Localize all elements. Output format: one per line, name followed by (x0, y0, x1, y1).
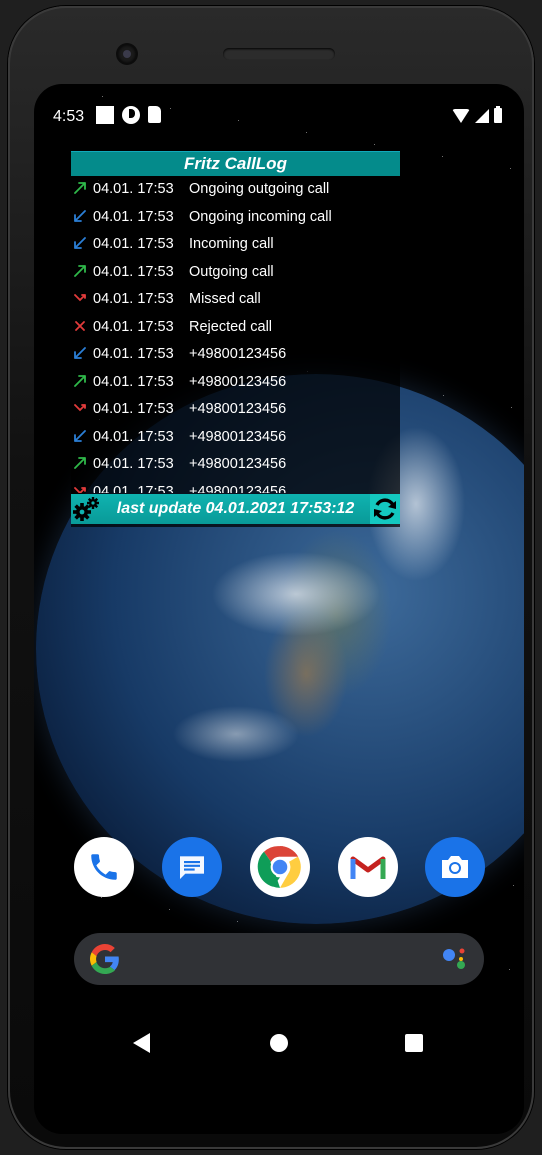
gmail-app[interactable] (338, 837, 398, 897)
call-date: 04.01. 17:53 (93, 208, 174, 225)
chrome-app[interactable] (250, 837, 310, 897)
call-date: 04.01. 17:53 (93, 373, 174, 390)
notification-square-icon (96, 106, 114, 124)
chrome-icon (257, 846, 301, 888)
call-label: Rejected call (189, 318, 273, 335)
call-outgoing-icon (74, 182, 86, 194)
back-button[interactable] (132, 1032, 152, 1054)
call-date: 04.01. 17:53 (93, 318, 174, 335)
call-incoming-icon (74, 209, 86, 222)
phone-icon (91, 854, 117, 880)
google-search-bar[interactable] (74, 933, 484, 985)
call-row[interactable]: 04.01. 17:53 +49800123456 (71, 452, 400, 480)
widget-title: Fritz CallLog (71, 151, 400, 176)
call-row[interactable]: 04.01. 17:53 +49800123456 (71, 425, 400, 453)
call-label: Ongoing incoming call (189, 208, 332, 225)
camera-icon (442, 856, 468, 878)
call-label: +49800123456 (189, 456, 287, 472)
gmail-icon (350, 856, 386, 879)
status-time: 4:53 (53, 108, 85, 125)
last-update-text: last update 04.01.2021 17:53:12 (116, 500, 355, 517)
fritz-calllog-widget[interactable]: Fritz CallLog 04.01. 17:53 Ongoing outgoi… (71, 151, 400, 527)
wifi-icon (452, 109, 470, 123)
call-row[interactable]: 04.01. 17:53 +49800123456 (71, 480, 400, 494)
call-outgoing-icon (74, 457, 86, 469)
call-row[interactable]: 04.01. 17:53 +49800123456 (71, 370, 400, 398)
google-logo-icon (90, 944, 119, 974)
camera-app[interactable] (425, 837, 485, 897)
home-button[interactable] (270, 1034, 288, 1052)
call-label: Incoming call (189, 236, 274, 252)
call-date: 04.01. 17:53 (93, 236, 174, 252)
call-missed-icon (74, 294, 86, 302)
battery-icon (494, 106, 502, 123)
call-row[interactable]: 04.01. 17:53 +49800123456 (71, 342, 400, 370)
home-screen: 4:53 Fritz CallLog 04.01. 17:53 Ongoing o… (34, 84, 524, 1134)
recents-button[interactable] (405, 1034, 423, 1052)
earpiece-speaker (223, 48, 335, 60)
call-label: +49800123456 (189, 346, 287, 362)
app-dock (74, 837, 485, 897)
google-assistant-icon[interactable] (442, 947, 468, 971)
call-label: Outgoing call (189, 263, 274, 280)
call-date: 04.01. 17:53 (93, 401, 174, 417)
call-row[interactable]: 04.01. 17:53 Incoming call (71, 232, 400, 260)
call-row[interactable]: 04.01. 17:53 Rejected call (71, 315, 400, 343)
status-system-icons (452, 106, 502, 123)
call-missed-icon (74, 404, 86, 412)
sd-card-icon (148, 106, 161, 123)
refresh-icon (374, 498, 396, 520)
call-rejected-icon (75, 320, 85, 331)
call-outgoing-icon (74, 264, 86, 277)
call-date: 04.01. 17:53 (93, 291, 174, 307)
notification-data-saver-icon (122, 106, 140, 124)
call-outgoing-icon (74, 374, 86, 387)
call-incoming-icon (74, 347, 86, 359)
call-label: Missed call (189, 291, 261, 307)
messages-icon (180, 856, 204, 879)
call-missed-icon (74, 486, 86, 493)
call-label: +49800123456 (189, 428, 287, 445)
call-label: +49800123456 (189, 483, 287, 494)
gears-icon (73, 497, 99, 521)
call-row[interactable]: 04.01. 17:53 Ongoing outgoing call (71, 177, 400, 205)
widget-footer: last update 04.01.2021 17:53:12 (71, 494, 400, 524)
call-date: 04.01. 17:53 (93, 483, 174, 494)
call-list[interactable]: 04.01. 17:53 Ongoing outgoing call 04.01. … (71, 177, 400, 493)
cell-signal-icon (475, 109, 489, 123)
call-row[interactable]: 04.01. 17:53 Missed call (71, 287, 400, 315)
call-date: 04.01. 17:53 (93, 428, 174, 445)
call-incoming-icon (74, 429, 86, 442)
call-date: 04.01. 17:53 (93, 181, 174, 197)
call-label: Ongoing outgoing call (189, 181, 330, 197)
refresh-button[interactable] (370, 494, 400, 524)
settings-button[interactable] (71, 494, 101, 524)
call-row[interactable]: 04.01. 17:53 Outgoing call (71, 260, 400, 288)
phone-app[interactable] (74, 837, 134, 897)
call-row[interactable]: 04.01. 17:53 +49800123456 (71, 397, 400, 425)
call-label: +49800123456 (189, 401, 287, 417)
call-row[interactable]: 04.01. 17:53 Ongoing incoming call (71, 205, 400, 233)
call-date: 04.01. 17:53 (93, 346, 174, 362)
call-date: 04.01. 17:53 (93, 456, 174, 472)
status-notification-icons (96, 106, 161, 124)
front-camera (118, 45, 136, 63)
call-incoming-icon (74, 237, 86, 249)
phone-frame: 4:53 Fritz CallLog 04.01. 17:53 Ongoing o… (8, 6, 534, 1149)
call-date: 04.01. 17:53 (93, 263, 174, 280)
messages-app[interactable] (162, 837, 222, 897)
call-label: +49800123456 (189, 373, 287, 390)
